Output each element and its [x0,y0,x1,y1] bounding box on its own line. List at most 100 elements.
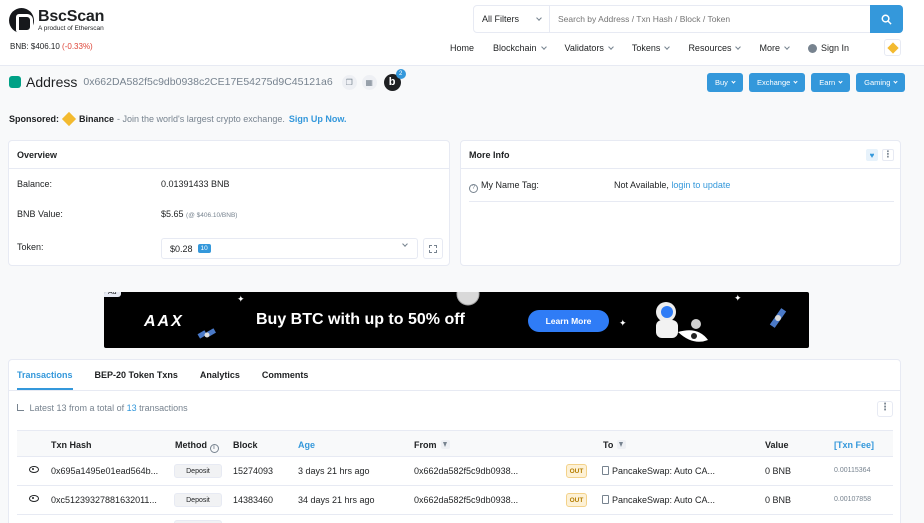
contract-icon [602,466,609,475]
tx-total-count-link[interactable]: 13 [127,403,137,413]
tx-summary: Latest 13 from a total of 13 transaction… [17,403,188,413]
nav-resources[interactable]: Resources [688,43,742,53]
nav-validators[interactable]: Validators [565,43,614,53]
balance-value: 0.01391433 BNB [161,179,230,189]
nav-blockchain-label: Blockchain [493,43,537,53]
earn-button[interactable]: Earn [811,73,851,92]
overview-title: Overview [9,141,449,169]
qr-code-button[interactable]: ▦ [361,74,377,90]
brand-logo[interactable]: BscScan A product of Etherscan [9,8,104,33]
nav-more[interactable]: More [759,43,790,53]
direction-badge: OUT [566,464,587,478]
table-options-button[interactable]: ⋮ [877,401,893,417]
token-holdings-dropdown[interactable]: $0.28 10 [161,238,418,259]
token-expand-button[interactable] [423,238,443,259]
to-address-link[interactable]: PancakeSwap: Auto CA... [602,495,715,505]
copy-address-button[interactable]: ❐ [341,74,357,90]
divider [469,201,894,202]
chevron-down-icon [735,43,742,50]
ad-logo: AAX [144,313,184,330]
exchange-button[interactable]: Exchange [748,73,806,92]
table-row: 0xc51239327881632011... Deposit 14383460… [17,486,893,515]
table-header: Txn Hash Method i Block Age From To Valu… [17,430,893,457]
sponsor-cta-link[interactable]: Sign Up Now. [289,114,347,124]
eye-icon[interactable] [29,495,39,502]
bnb-value-amount: $5.65 [161,209,184,219]
gaming-button[interactable]: Gaming [856,73,906,92]
txn-fee: 0.00115364 [834,467,871,474]
tab-bep20-token-txns[interactable]: BEP-20 Token Txns [95,370,178,390]
block-link[interactable]: 15274093 [233,466,273,476]
more-options-button[interactable]: ⋮ [882,149,894,161]
search-filter-select[interactable]: All Filters [474,6,550,32]
eye-icon[interactable] [29,466,39,473]
txn-fee: 0.00107858 [834,496,871,503]
col-age-toggle[interactable]: Age [298,440,315,450]
tab-transactions[interactable]: Transactions [17,370,73,390]
search-input[interactable] [550,6,870,32]
age-value: 3 days 21 hrs ago [298,466,370,476]
brand-text: BscScan A product of Etherscan [38,8,104,33]
header-action-buttons: Buy Exchange Earn Gaming [707,73,911,92]
nav-home-label: Home [450,43,475,53]
txn-hash-link[interactable]: 0xc51239327881632011... [51,495,157,505]
buy-button[interactable]: Buy [707,73,743,92]
search-filter-label: All Filters [482,14,520,24]
search-button[interactable] [870,5,903,33]
chevron-down-icon [893,78,899,84]
nav-tokens[interactable]: Tokens [632,43,671,53]
name-tag-value: Not Available, login to update [614,180,730,190]
bnb-price: BNB: $406.10 (-0.33%) [10,42,93,51]
info-icon[interactable]: i [209,444,219,453]
favorite-button[interactable]: ♥ [866,149,878,161]
token-label: Token: [17,242,44,252]
col-to: To [603,440,627,450]
chevron-down-icon [731,78,736,84]
balance-label: Balance: [17,179,53,189]
col-value: Value [765,440,789,450]
filter-icon[interactable] [617,440,627,449]
tab-comments[interactable]: Comments [262,370,309,390]
ad-tag: Ad [104,292,121,297]
txn-hash-link[interactable]: 0x695a1495e01ead564b... [51,466,158,476]
chevron-down-icon [540,43,547,50]
address-avatar-icon [9,76,21,88]
token-value: $0.28 [170,243,193,254]
expand-icon [429,244,437,253]
bnb-value-note: (@ $406.10/BNB) [186,212,238,219]
more-info-title: More Info [461,141,900,169]
value-amount: 0 BNB [765,466,792,476]
nav-blockchain[interactable]: Blockchain [493,43,547,53]
token-count-badge: 10 [197,244,211,253]
gaming-button-label: Gaming [864,78,891,87]
star-icon: ✦ [619,318,627,328]
ad-learn-more-button[interactable]: Learn More [528,310,609,332]
chevron-down-icon [793,78,798,84]
bscscan-logo-icon [9,8,34,33]
col-txn-fee-toggle[interactable]: [Txn Fee] [834,440,874,450]
nav-home[interactable]: Home [450,43,474,53]
chevron-down-icon [608,43,614,50]
ad-banner[interactable]: Ad AAX Buy BTC with up to 50% off Learn … [104,292,809,348]
tab-analytics[interactable]: Analytics [200,370,240,390]
col-from-label: From [414,440,437,450]
notification-count-badge: 2 [395,68,406,79]
chevron-down-icon [784,43,790,50]
sort-icon [17,404,24,411]
block-link[interactable]: 14383460 [233,495,273,505]
blockscan-chat-button[interactable]: b 2 [383,68,406,91]
more-vertical-icon: ⋮ [880,402,890,413]
col-block: Block [233,440,258,450]
nav-sign-in[interactable]: Sign In [807,43,849,53]
col-txn-hash: Txn Hash [51,440,92,450]
direction-badge: OUT [566,493,587,507]
transactions-card: Transactions BEP-20 Token Txns Analytics… [8,359,901,523]
brand-tagline: A product of Etherscan [38,24,104,32]
network-switch-button[interactable] [884,39,901,56]
to-address-link[interactable]: PancakeSwap: Auto CA... [602,466,715,476]
filter-icon[interactable] [440,440,450,449]
table-row: 0x695a1495e01ead564b... Deposit 15274093… [17,457,893,486]
method-badge: Deposit [174,493,222,507]
login-to-update-link[interactable]: login to update [671,180,730,190]
name-tag-label: ? My Name Tag: [469,180,539,193]
